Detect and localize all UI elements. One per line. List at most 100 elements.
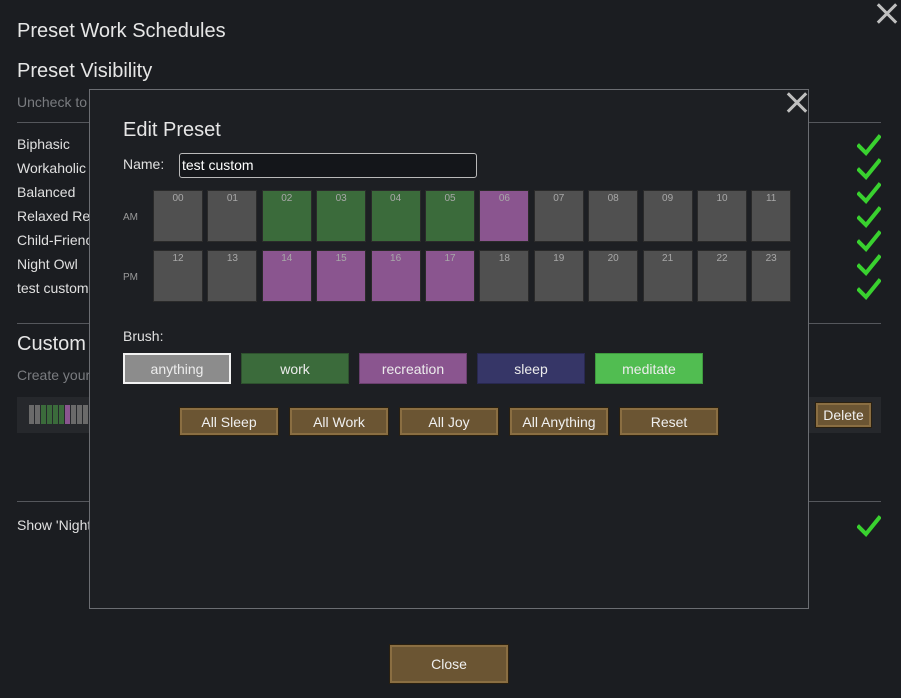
brush-label: Brush: [123,328,164,344]
preset-row-label: Relaxed Re [17,208,91,224]
hour-cell-12[interactable]: 12 [153,250,203,302]
edit-preset-dialog: Edit Preset Name: AM PM 0001020304050607… [89,89,809,609]
preset-visible-checkbox[interactable] [857,158,881,180]
hour-cell-23[interactable]: 23 [751,250,791,302]
mini-schedule-bar [65,405,70,424]
brush-sleep-button[interactable]: sleep [477,353,585,384]
hour-cell-11[interactable]: 11 [751,190,791,242]
hour-number: 12 [172,253,184,264]
preset-visible-checkbox[interactable] [857,134,881,156]
hour-cell-04[interactable]: 04 [370,190,421,242]
hour-cell-21[interactable]: 21 [642,250,693,302]
hour-grid: 00 01 02 03 04 05 06 07 08 09 10 11 12 13 14 15 16 17 18 19… [90,90,808,320]
brush-meditate-button[interactable]: meditate [595,353,703,384]
hour-number: 18 [498,253,510,264]
preset-visible-checkbox[interactable] [857,182,881,204]
hour-cell-16[interactable]: 16 [370,250,421,302]
delete-button[interactable]: Delete [815,402,872,428]
preset-visibility-hint: Uncheck to [17,94,88,110]
hour-number: 07 [553,193,565,204]
mini-schedule-preview [29,397,89,433]
mini-schedule-bar [29,405,34,424]
custom-preset-row[interactable] [17,397,89,433]
hour-cell-13[interactable]: 13 [207,250,258,302]
hour-number: 04 [390,193,402,204]
preset-row-label: Workaholic [17,160,86,176]
preset-row-label: test custom [17,280,89,296]
divider [17,501,89,502]
show-night-owl-checkbox[interactable] [857,515,881,537]
close-button[interactable]: Close [389,644,509,684]
hour-cell-20[interactable]: 20 [588,250,639,302]
preset-row-label: Child-Frienc [17,232,93,248]
hour-number: 23 [765,253,777,264]
hour-cell-02[interactable]: 02 [261,190,312,242]
brush-work-button[interactable]: work [241,353,349,384]
hour-number: 05 [444,193,456,204]
preset-visibility-heading: Preset Visibility [17,60,153,82]
divider [808,501,881,502]
hour-number: 03 [335,193,347,204]
brush-recreation-button[interactable]: recreation [359,353,467,384]
hour-cell-06[interactable]: 06 [479,190,530,242]
hour-cell-14[interactable]: 14 [261,250,312,302]
hour-cell-18[interactable]: 18 [479,250,530,302]
mini-schedule-bar [77,405,82,424]
hour-cell-09[interactable]: 09 [642,190,693,242]
preset-row-label: Biphasic [17,136,70,152]
preset-visible-checkbox[interactable] [857,278,881,300]
mini-schedule-bar [41,405,46,424]
hour-number: 06 [498,193,510,204]
preset-visible-checkbox[interactable] [857,230,881,252]
hour-cell-01[interactable]: 01 [207,190,258,242]
mini-schedule-bar [71,405,76,424]
divider [808,122,881,123]
hour-cell-03[interactable]: 03 [316,190,367,242]
hour-number: 01 [226,193,238,204]
hour-number: 15 [335,253,347,264]
reset-button[interactable]: Reset [619,407,719,436]
hour-number: 19 [553,253,565,264]
hour-number: 13 [226,253,238,264]
preset-row-label: Night Owl [17,256,78,272]
preset-visible-checkbox[interactable] [857,254,881,276]
hour-cell-19[interactable]: 19 [533,250,584,302]
all-sleep-button[interactable]: All Sleep [179,407,279,436]
custom-heading: Custom [17,333,86,355]
hour-number: 20 [607,253,619,264]
hour-cell-17[interactable]: 17 [425,250,475,302]
hour-number: 16 [390,253,402,264]
all-work-button[interactable]: All Work [289,407,389,436]
hour-number: 02 [281,193,293,204]
hour-number: 14 [281,253,293,264]
hour-number: 22 [716,253,728,264]
preset-row-label: Balanced [17,184,76,200]
divider [808,323,881,324]
mini-schedule-bar [35,405,40,424]
mini-schedule-bar [53,405,58,424]
mini-schedule-bar [59,405,64,424]
hour-number: 11 [765,193,777,204]
show-night-owl-label: Show 'Night [17,517,92,533]
mini-schedule-bar [47,405,52,424]
mini-schedule-bar [83,405,88,424]
hour-cell-15[interactable]: 15 [316,250,367,302]
hour-cell-22[interactable]: 22 [697,250,747,302]
hour-number: 00 [172,193,184,204]
hour-cell-07[interactable]: 07 [533,190,584,242]
hour-number: 10 [716,193,728,204]
divider [17,122,89,123]
hour-number: 08 [607,193,619,204]
window-title: Preset Work Schedules [17,20,226,42]
hour-cell-05[interactable]: 05 [425,190,475,242]
hour-number: 21 [662,253,674,264]
all-joy-button[interactable]: All Joy [399,407,499,436]
divider [17,323,89,324]
hour-cell-10[interactable]: 10 [697,190,747,242]
window-close-icon[interactable] [876,3,898,25]
all-anything-button[interactable]: All Anything [509,407,609,436]
preset-visible-checkbox[interactable] [857,206,881,228]
hour-cell-00[interactable]: 00 [153,190,203,242]
hour-cell-08[interactable]: 08 [588,190,639,242]
brush-anything-button[interactable]: anything [123,353,231,384]
